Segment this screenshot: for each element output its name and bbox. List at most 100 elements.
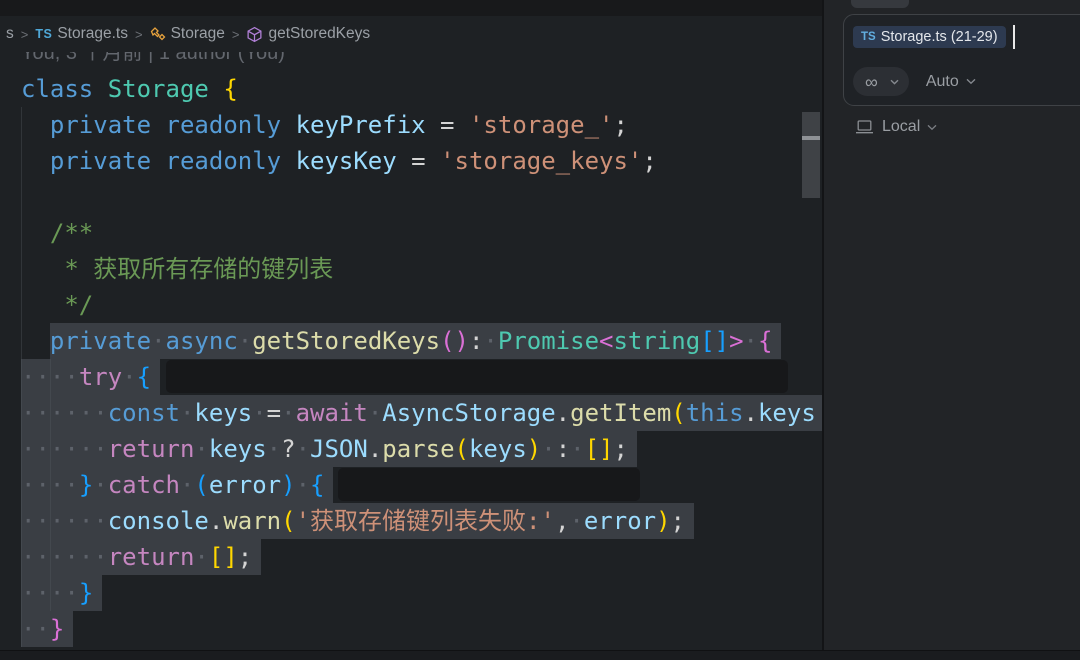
environment-selector[interactable]: Local (855, 118, 945, 136)
code-token: · (296, 435, 310, 463)
ide-screen: You, 3 个月前 | 1 author (You)class Storage… (0, 0, 1080, 660)
code-token: · (570, 435, 584, 463)
breadcrumb-file[interactable]: TS Storage.ts (35, 25, 128, 43)
code-token: . (556, 399, 570, 427)
breadcrumb-label: s (6, 25, 14, 43)
panel-top-button[interactable] (851, 0, 909, 8)
selection-highlight: ····} (21, 575, 102, 611)
breadcrumb-class[interactable]: Storage (150, 25, 225, 43)
scrollbar-thumb[interactable] (802, 112, 820, 198)
code-token: return (108, 543, 195, 571)
environment-label: Local (882, 118, 920, 136)
code-token: { (758, 327, 772, 355)
code-token: · (21, 543, 35, 571)
panel-divider (822, 0, 824, 660)
code-token: 'storage_keys' (440, 143, 642, 179)
code-line[interactable]: ······return·keys·?·JSON.parse(keys)·:·[… (0, 431, 822, 467)
code-token: · (35, 507, 49, 535)
code-token: · (744, 327, 758, 355)
code-token: getItem (570, 399, 671, 427)
code-token: · (50, 579, 64, 607)
code-line[interactable]: * 获取所有存储的键列表 (0, 251, 822, 287)
code-token: ( (455, 435, 469, 463)
breadcrumb-bar: s > TS Storage.ts > Storage > (0, 0, 822, 52)
code-token: ) (455, 327, 469, 355)
code-token: ; (613, 107, 627, 143)
agent-mode-selector[interactable]: ∞ (853, 67, 909, 96)
code-token: async (166, 327, 238, 355)
code-token: readonly (166, 107, 282, 143)
symbol-class-icon (150, 26, 166, 42)
breadcrumb-separator: > (21, 27, 29, 42)
code-token: · (64, 471, 78, 499)
code-token: · (93, 435, 107, 463)
code-line[interactable]: ····} (0, 575, 822, 611)
indent-guide (21, 107, 22, 647)
code-token: { (223, 71, 237, 107)
code-token: } (50, 615, 64, 643)
code-token (21, 107, 50, 143)
code-token: · (64, 543, 78, 571)
code-token: 'storage_' (469, 107, 614, 143)
chevron-down-icon (890, 79, 899, 85)
code-token: error (209, 471, 281, 499)
chat-composer[interactable]: TS Storage.ts (21-29) ∞ Auto (843, 14, 1080, 106)
code-line[interactable]: ······return·[]; (0, 539, 822, 575)
indent-guide (50, 359, 51, 611)
code-line[interactable]: ··} (0, 611, 822, 647)
selection-highlight: ······console.warn('获取存储键列表失败:',·error); (21, 503, 694, 539)
code-token: · (21, 435, 35, 463)
code-token: . (368, 435, 382, 463)
breadcrumb-method[interactable]: getStoredKeys (246, 25, 370, 43)
infinity-icon: ∞ (865, 73, 878, 91)
code-token: · (35, 471, 49, 499)
code-token: AsyncStorage (382, 399, 555, 427)
code-token: · (50, 363, 64, 391)
code-token: this (686, 399, 744, 427)
code-token: · (21, 399, 35, 427)
code-line[interactable]: class Storage { (0, 71, 822, 107)
code-token: · (79, 399, 93, 427)
code-token (93, 71, 107, 107)
breadcrumb-label: Storage (171, 25, 225, 43)
code-token: private (50, 327, 151, 355)
breadcrumb-separator: > (135, 27, 143, 42)
code-area[interactable]: You, 3 个月前 | 1 author (You)class Storage… (0, 35, 822, 647)
code-token: class (21, 71, 93, 107)
code-token: Promise (498, 327, 599, 355)
code-line[interactable]: private readonly keyPrefix = 'storage_'; (0, 107, 822, 143)
code-token: await (296, 399, 368, 427)
code-token: [ (700, 327, 714, 355)
code-token (151, 107, 165, 143)
code-token: = (267, 399, 281, 427)
selection-highlight: ······return·keys·?·JSON.parse(keys)·:·[… (21, 431, 637, 467)
code-token (151, 143, 165, 179)
code-line[interactable]: private readonly keysKey = 'storage_keys… (0, 143, 822, 179)
editor-scrollbar[interactable] (800, 0, 822, 660)
chevron-down-icon (966, 78, 976, 85)
code-token: Storage (108, 71, 209, 107)
code-line[interactable]: ······const·keys·=·await·AsyncStorage.ge… (0, 395, 822, 431)
code-line[interactable]: /** (0, 215, 822, 251)
model-selector[interactable]: Auto (926, 73, 976, 91)
code-token: · (50, 543, 64, 571)
code-token: < (599, 327, 613, 355)
code-editor[interactable]: You, 3 个月前 | 1 author (You)class Storage… (0, 0, 822, 660)
code-token: · (180, 471, 194, 499)
code-token: catch (108, 471, 180, 499)
code-token: · (122, 363, 136, 391)
code-line[interactable] (0, 179, 822, 215)
code-line[interactable]: private·async·getStoredKeys():·Promise<s… (0, 323, 822, 359)
code-token: · (21, 363, 35, 391)
breadcrumb-folder[interactable]: s (6, 25, 14, 43)
code-token: · (541, 435, 555, 463)
code-line[interactable]: ······console.warn('获取存储键列表失败:',·error); (0, 503, 822, 539)
code-token: { (137, 363, 151, 391)
code-token: · (35, 579, 49, 607)
code-line[interactable]: */ (0, 287, 822, 323)
code-token: · (64, 507, 78, 535)
code-token: · (93, 471, 107, 499)
context-chip[interactable]: TS Storage.ts (21-29) (853, 26, 1006, 48)
breadcrumb-label: Storage.ts (57, 25, 128, 43)
code-token: : (469, 327, 483, 355)
